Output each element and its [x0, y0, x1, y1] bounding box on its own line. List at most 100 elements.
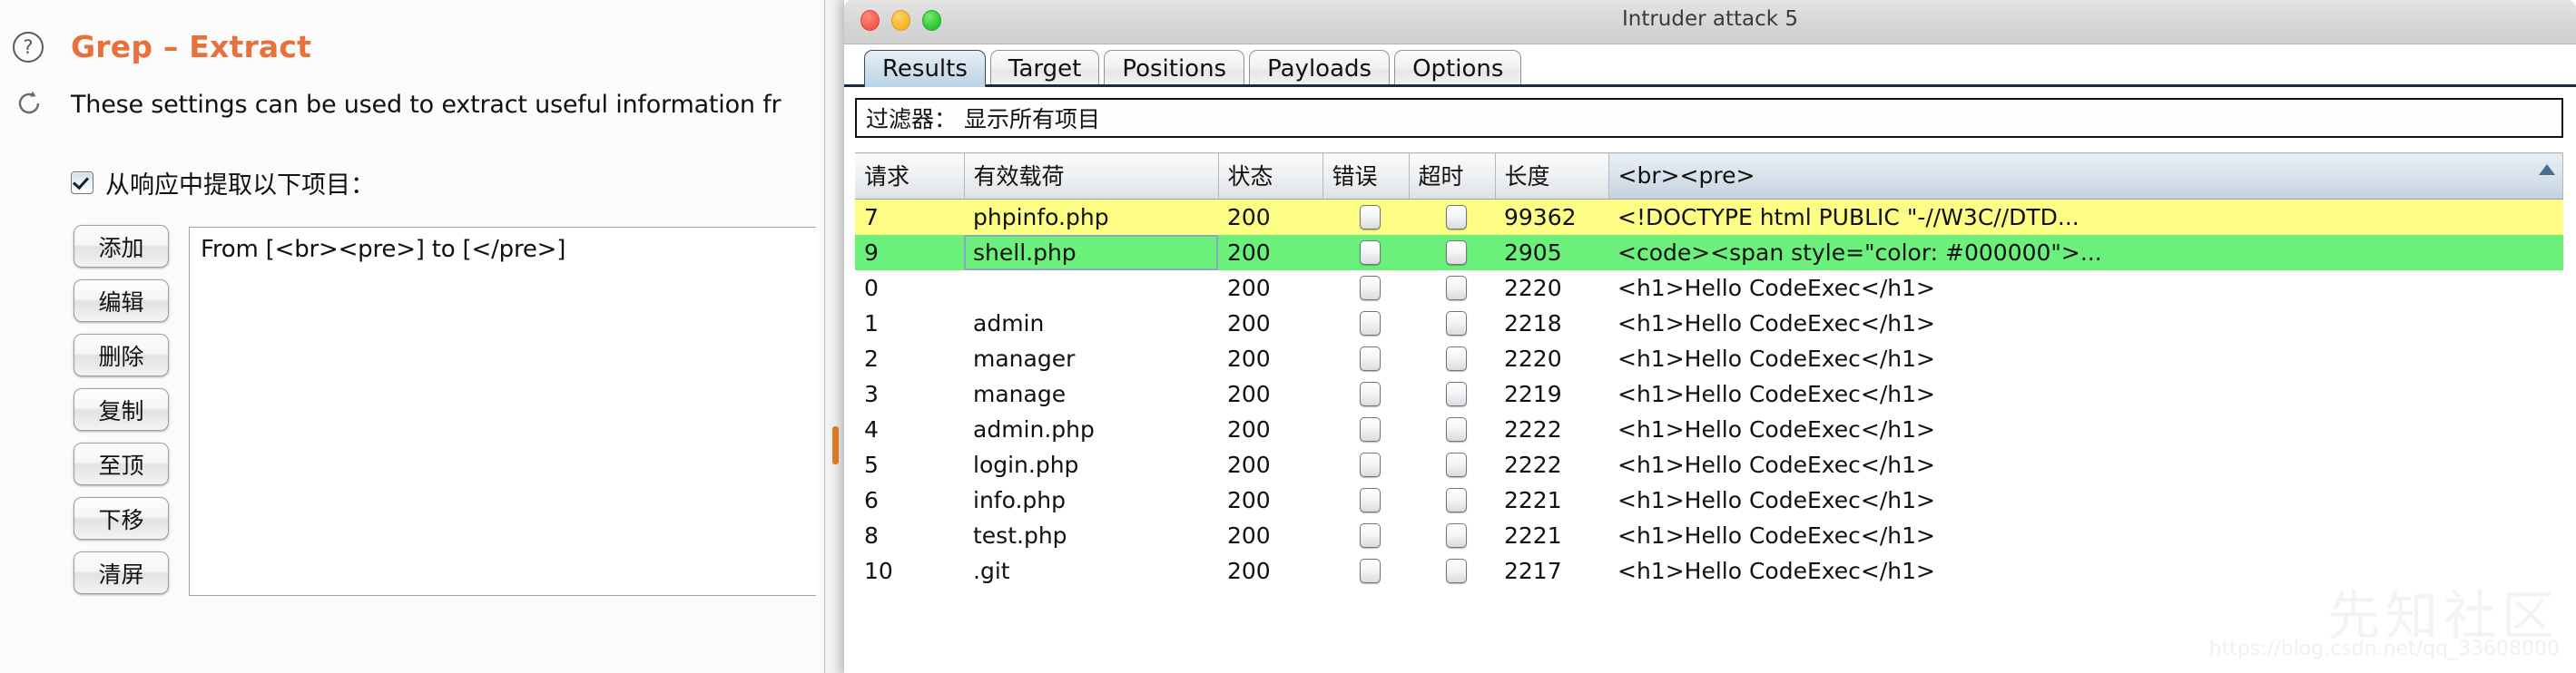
cell-payload[interactable]: manager [964, 341, 1218, 376]
error-checkbox[interactable] [1360, 488, 1381, 512]
cell-status[interactable]: 200 [1218, 306, 1322, 341]
cell-request[interactable]: 9 [855, 235, 964, 270]
cell-status[interactable]: 200 [1218, 447, 1322, 483]
tab-options[interactable]: Options [1394, 50, 1522, 87]
table-row[interactable]: 1 admin 200 2218 <h1>Hello CodeExec</h1> [855, 306, 2563, 341]
cell-error[interactable] [1322, 199, 1409, 235]
cell-payload[interactable] [964, 270, 1218, 306]
cell-grep-extract[interactable]: <code><span style="color: #000000">... [1608, 235, 2563, 270]
cell-length[interactable]: 2218 [1495, 306, 1608, 341]
cell-timeout[interactable] [1409, 235, 1495, 270]
timeout-checkbox[interactable] [1446, 346, 1467, 371]
cell-length[interactable]: 2220 [1495, 270, 1608, 306]
timeout-checkbox[interactable] [1446, 382, 1467, 406]
cell-error[interactable] [1322, 483, 1409, 518]
error-checkbox[interactable] [1360, 240, 1381, 265]
cell-error[interactable] [1322, 447, 1409, 483]
extract-items-checkbox-row[interactable]: 从响应中提取以下项目： [71, 165, 375, 200]
timeout-checkbox[interactable] [1446, 276, 1467, 300]
cell-request[interactable]: 6 [855, 483, 964, 518]
timeout-checkbox[interactable] [1446, 417, 1467, 442]
cell-length[interactable]: 2222 [1495, 447, 1608, 483]
cell-status[interactable]: 200 [1218, 341, 1322, 376]
cell-timeout[interactable] [1409, 306, 1495, 341]
cell-length[interactable]: 99362 [1495, 199, 1608, 235]
cell-grep-extract[interactable]: <h1>Hello CodeExec</h1> [1608, 553, 2563, 589]
error-checkbox[interactable] [1360, 276, 1381, 300]
cell-length[interactable]: 2905 [1495, 235, 1608, 270]
timeout-checkbox[interactable] [1446, 205, 1467, 229]
cell-status[interactable]: 200 [1218, 483, 1322, 518]
cell-grep-extract[interactable]: <h1>Hello CodeExec</h1> [1608, 412, 2563, 447]
cell-error[interactable] [1322, 553, 1409, 589]
cell-error[interactable] [1322, 518, 1409, 553]
cell-grep-extract[interactable]: <h1>Hello CodeExec</h1> [1608, 483, 2563, 518]
cell-request[interactable]: 4 [855, 412, 964, 447]
move-down-button[interactable]: 下移 [74, 497, 169, 540]
cell-timeout[interactable] [1409, 341, 1495, 376]
table-row[interactable]: 6 info.php 200 2221 <h1>Hello CodeExec</h1> [855, 483, 2563, 518]
table-row[interactable]: 7 phpinfo.php 200 99362 <!DOCTYPE html PUBLI… [855, 199, 2563, 235]
timeout-checkbox[interactable] [1446, 453, 1467, 477]
cell-timeout[interactable] [1409, 412, 1495, 447]
left-panel-scrollbar-thumb[interactable] [832, 426, 839, 464]
table-row[interactable]: 4 admin.php 200 2222 <h1>Hello CodeExec</h1> [855, 412, 2563, 447]
cell-timeout[interactable] [1409, 199, 1495, 235]
filter-bar[interactable]: 过滤器： 显示所有项目 [855, 98, 2563, 138]
extract-items-checkbox[interactable] [71, 171, 93, 194]
table-row[interactable]: 5 login.php 200 2222 <h1>Hello CodeExec</h1> [855, 447, 2563, 483]
grep-items-list[interactable]: From [<br><pre>] to [</pre>] [189, 227, 816, 596]
cell-length[interactable]: 2220 [1495, 341, 1608, 376]
table-row[interactable]: 9 shell.php 200 2905 <code><span style="colo… [855, 235, 2563, 270]
cell-length[interactable]: 2221 [1495, 483, 1608, 518]
cell-payload[interactable]: admin [964, 306, 1218, 341]
cell-status[interactable]: 200 [1218, 199, 1322, 235]
cell-grep-extract[interactable]: <!DOCTYPE html PUBLIC "-//W3C//DTD... [1608, 199, 2563, 235]
clear-button[interactable]: 清屏 [74, 551, 169, 594]
cell-grep-extract[interactable]: <h1>Hello CodeExec</h1> [1608, 376, 2563, 412]
cell-error[interactable] [1322, 412, 1409, 447]
table-row[interactable]: 2 manager 200 2220 <h1>Hello CodeExec</h1> [855, 341, 2563, 376]
timeout-checkbox[interactable] [1446, 240, 1467, 265]
column-payload[interactable]: 有效载荷 [964, 152, 1219, 200]
cell-payload[interactable]: shell.php [964, 235, 1218, 270]
cell-request[interactable]: 8 [855, 518, 964, 553]
cell-length[interactable]: 2219 [1495, 376, 1608, 412]
cell-payload[interactable]: .git [964, 553, 1218, 589]
column-request[interactable]: 请求 [855, 152, 965, 200]
cell-error[interactable] [1322, 376, 1409, 412]
tab-positions[interactable]: Positions [1104, 50, 1245, 87]
column-timeout[interactable]: 超时 [1409, 152, 1496, 200]
cell-error[interactable] [1322, 270, 1409, 306]
cell-grep-extract[interactable]: <h1>Hello CodeExec</h1> [1608, 270, 2563, 306]
cell-status[interactable]: 200 [1218, 270, 1322, 306]
cell-request[interactable]: 3 [855, 376, 964, 412]
refresh-icon[interactable] [14, 88, 44, 119]
add-button[interactable]: 添加 [74, 225, 169, 268]
cell-request[interactable]: 7 [855, 199, 964, 235]
list-item[interactable]: From [<br><pre>] to [</pre>] [190, 228, 816, 263]
cell-payload[interactable]: info.php [964, 483, 1218, 518]
question-mark-icon[interactable]: ? [11, 30, 45, 64]
table-row[interactable]: 3 manage 200 2219 <h1>Hello CodeExec</h1> [855, 376, 2563, 412]
table-row[interactable]: 0 200 2220 <h1>Hello CodeExec</h1> [855, 270, 2563, 306]
cell-payload[interactable]: login.php [964, 447, 1218, 483]
cell-request[interactable]: 5 [855, 447, 964, 483]
cell-timeout[interactable] [1409, 483, 1495, 518]
cell-payload[interactable]: phpinfo.php [964, 199, 1218, 235]
timeout-checkbox[interactable] [1446, 559, 1467, 583]
cell-length[interactable]: 2217 [1495, 553, 1608, 589]
error-checkbox[interactable] [1360, 311, 1381, 336]
cell-payload[interactable]: admin.php [964, 412, 1218, 447]
cell-status[interactable]: 200 [1218, 518, 1322, 553]
cell-status[interactable]: 200 [1218, 412, 1322, 447]
cell-timeout[interactable] [1409, 270, 1495, 306]
tab-payloads[interactable]: Payloads [1249, 50, 1391, 87]
cell-error[interactable] [1322, 341, 1409, 376]
tab-target[interactable]: Target [989, 50, 1100, 87]
column-status[interactable]: 状态 [1218, 152, 1323, 200]
cell-grep-extract[interactable]: <h1>Hello CodeExec</h1> [1608, 518, 2563, 553]
table-row[interactable]: 10 .git 200 2217 <h1>Hello CodeExec</h1> [855, 553, 2563, 589]
column-error[interactable]: 错误 [1322, 152, 1410, 200]
cell-timeout[interactable] [1409, 447, 1495, 483]
